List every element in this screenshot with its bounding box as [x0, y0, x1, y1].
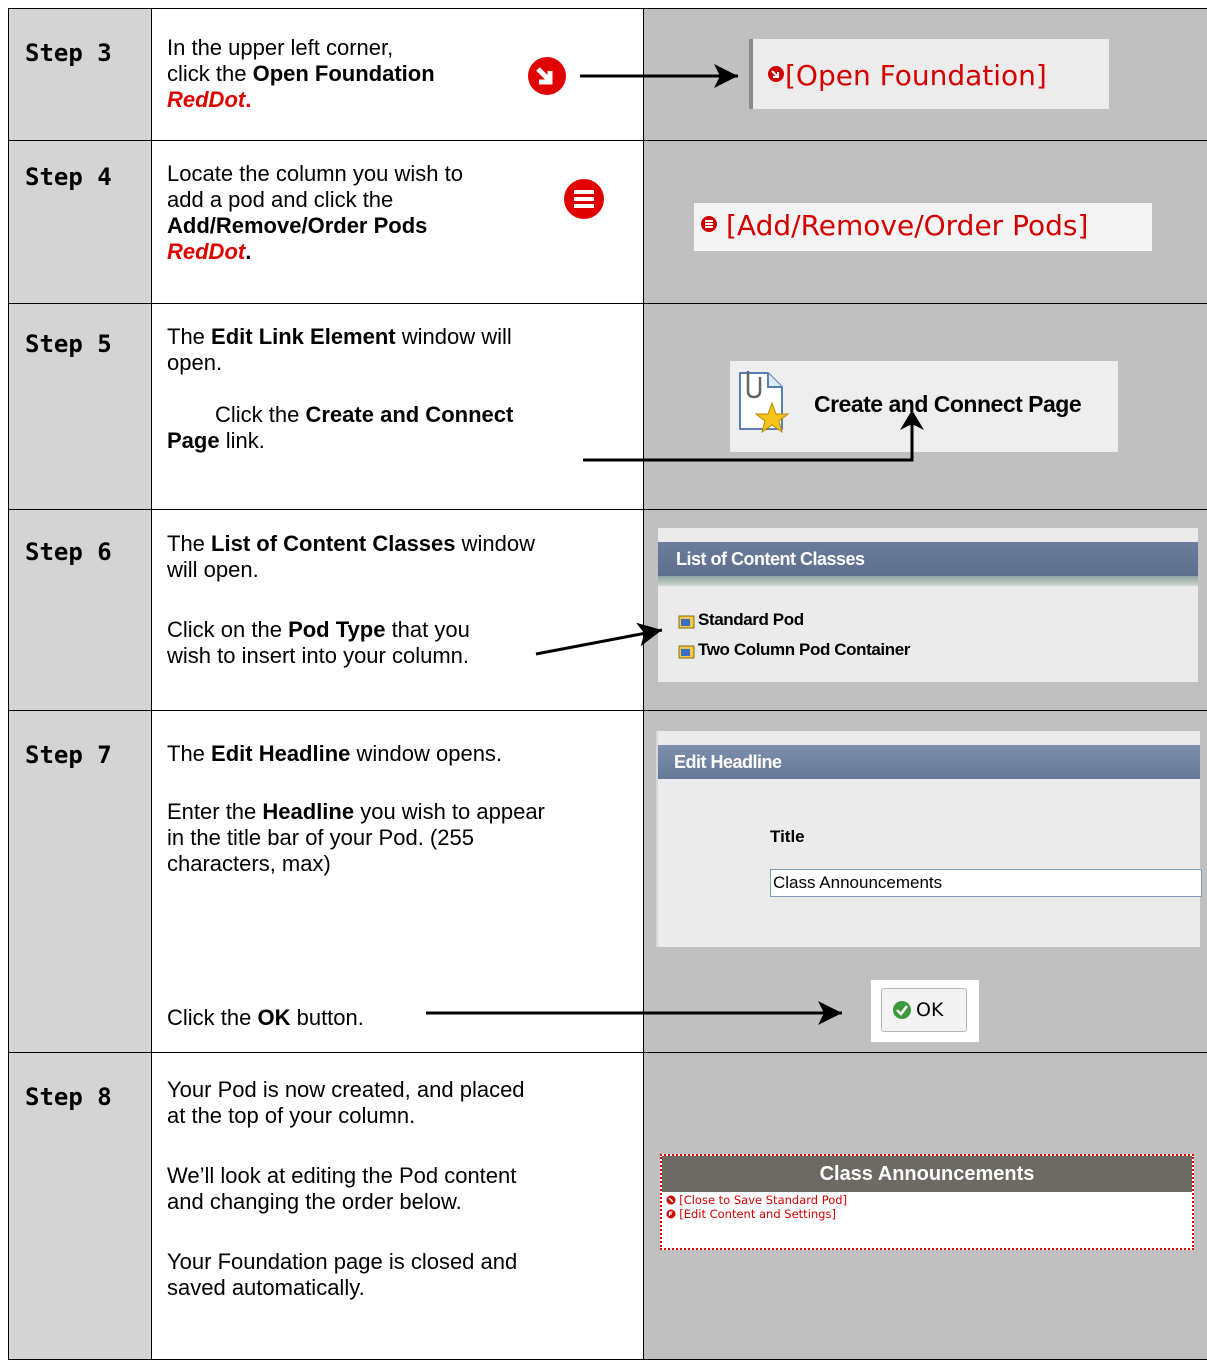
- step-cell: Step 5: [9, 304, 152, 510]
- content-class-icon: [678, 642, 696, 660]
- open-foundation-link[interactable]: [Open Foundation]: [785, 59, 1047, 92]
- title-input[interactable]: Class Announcements: [770, 869, 1202, 897]
- step-cell: Step 8: [9, 1053, 152, 1360]
- content-class-icon: [678, 612, 696, 630]
- pod-title: Class Announcements: [662, 1163, 1192, 1186]
- title-field-label: Title: [770, 827, 805, 847]
- step-label: Step 7: [25, 741, 112, 769]
- step-row-4: Step 4 Locate the column you wish to add…: [9, 141, 1207, 304]
- content-classes-window: List of Content Classes Standard Pod Two…: [658, 528, 1198, 682]
- step-text: Locate the column you wish to add a pod …: [167, 161, 463, 265]
- step-screenshot: Class Announcements [Close to Save Stand…: [644, 1053, 1207, 1360]
- step-description: The Edit Headline window opens. Enter th…: [152, 711, 644, 1053]
- step-cell: Step 3: [9, 9, 152, 141]
- page-star-icon: [734, 369, 790, 433]
- step-description: Your Pod is now created, and placed at t…: [152, 1053, 644, 1360]
- step-row-8: Step 8 Your Pod is now created, and plac…: [9, 1053, 1207, 1360]
- step-row-3: Step 3 In the upper left corner, click t…: [9, 9, 1207, 141]
- add-remove-order-pods-link[interactable]: [Add/Remove/Order Pods]: [726, 209, 1088, 242]
- reddot-small-icon: [666, 1209, 676, 1219]
- reddot-open-icon: [526, 55, 568, 97]
- ok-instruction: Click the OK button.: [167, 1005, 364, 1031]
- step-text: The Edit Headline window opens. Enter th…: [167, 741, 545, 877]
- step-text: The List of Content Classes window will …: [167, 531, 535, 669]
- step-description: The Edit Link Element window will open. …: [152, 304, 644, 510]
- step-row-7: Step 7 The Edit Headline window opens. E…: [9, 711, 1207, 1053]
- step-text: The Edit Link Element window will open. …: [167, 324, 513, 454]
- reddot-small-icon: [666, 1195, 676, 1205]
- reddot-list-icon: [562, 177, 606, 221]
- step-screenshot: List of Content Classes Standard Pod Two…: [644, 510, 1207, 711]
- step-screenshot: [Open Foundation]: [644, 9, 1207, 141]
- window-title: List of Content Classes: [676, 549, 865, 570]
- edit-headline-window: Edit Headline Title Class Announcements: [656, 731, 1200, 947]
- step-description: Locate the column you wish to add a pod …: [152, 141, 644, 304]
- window-title: Edit Headline: [674, 752, 782, 773]
- window-titlebar: Edit Headline: [658, 745, 1200, 779]
- add-remove-bar: [Add/Remove/Order Pods]: [694, 203, 1152, 251]
- step-label: Step 8: [25, 1083, 112, 1111]
- step-text: In the upper left corner, click the Open…: [167, 35, 435, 113]
- step-cell: Step 4: [9, 141, 152, 304]
- step-screenshot: Create and Connect Page: [644, 304, 1207, 510]
- check-icon: [892, 1000, 912, 1020]
- step-description: The List of Content Classes window will …: [152, 510, 644, 711]
- ok-button[interactable]: OK: [881, 988, 967, 1032]
- reddot-small-icon: [700, 215, 718, 233]
- step-label: Step 5: [25, 330, 112, 358]
- open-foundation-bar: [Open Foundation]: [749, 39, 1109, 109]
- step-label: Step 4: [25, 163, 112, 191]
- step-text: Your Pod is now created, and placed at t…: [167, 1077, 525, 1301]
- ok-button-frame: OK: [871, 980, 979, 1042]
- step-screenshot: Edit Headline Title Class Announcements …: [644, 711, 1207, 1053]
- step-cell: Step 6: [9, 510, 152, 711]
- edit-content-settings-link[interactable]: [Edit Content and Settings]: [666, 1208, 847, 1222]
- create-connect-panel: Create and Connect Page: [730, 361, 1118, 452]
- pod-preview: Class Announcements [Close to Save Stand…: [660, 1154, 1194, 1250]
- pod-titlebar: Class Announcements: [662, 1156, 1192, 1192]
- reddot-small-icon: [767, 65, 785, 83]
- step-cell: Step 7: [9, 711, 152, 1053]
- step-row-5: Step 5 The Edit Link Element window will…: [9, 304, 1207, 510]
- step-description: In the upper left corner, click the Open…: [152, 9, 644, 141]
- window-titlebar: List of Content Classes: [658, 542, 1198, 576]
- step-row-6: Step 6 The List of Content Classes windo…: [9, 510, 1207, 711]
- instruction-table: Step 3 In the upper left corner, click t…: [8, 8, 1207, 1360]
- step-label: Step 6: [25, 538, 112, 566]
- step-screenshot: [Add/Remove/Order Pods]: [644, 141, 1207, 304]
- step-label: Step 3: [25, 39, 112, 67]
- create-connect-page-link[interactable]: Create and Connect Page: [814, 391, 1081, 418]
- close-save-pod-link[interactable]: [Close to Save Standard Pod]: [666, 1194, 847, 1208]
